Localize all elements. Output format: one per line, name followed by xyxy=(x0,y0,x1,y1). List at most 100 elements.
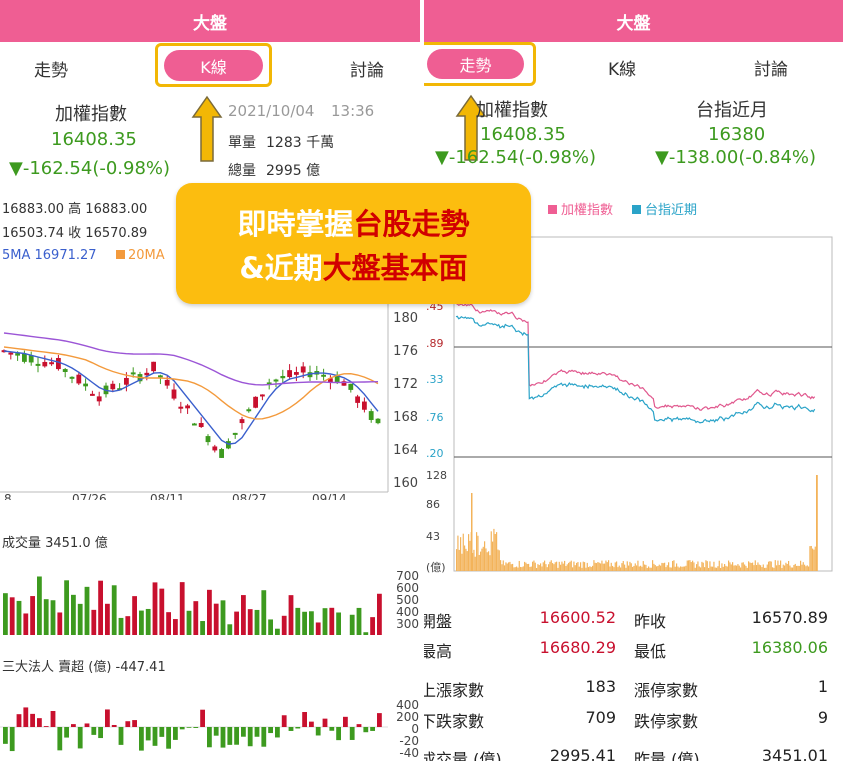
institution-bar xyxy=(9,727,15,752)
volume-bar xyxy=(558,561,560,571)
volume-bar xyxy=(656,566,658,571)
volume-bar xyxy=(746,567,748,571)
volume-bar xyxy=(598,562,600,571)
institution-bar xyxy=(377,713,382,727)
volume-bar xyxy=(363,632,369,635)
volume-bar xyxy=(509,561,511,571)
institution-bar xyxy=(234,727,239,745)
institution-bar xyxy=(309,721,314,727)
volume-bar xyxy=(697,561,699,571)
volume-bar xyxy=(501,564,503,571)
volume-bar xyxy=(693,562,695,571)
volume-bar xyxy=(493,528,495,571)
volume-bar xyxy=(125,616,131,635)
stat-label: 開盤 xyxy=(424,612,453,631)
volume-bar xyxy=(758,564,760,571)
volume-bar xyxy=(582,561,584,571)
candle-body xyxy=(362,401,367,410)
institution-bar xyxy=(295,727,301,729)
volume-bar xyxy=(626,561,628,571)
volume-bar xyxy=(98,580,103,635)
total-volume-label: 總量 xyxy=(228,163,256,179)
tab-discussion[interactable]: 討論 xyxy=(754,55,788,80)
index-change: ▼-162.54(-0.98%) xyxy=(9,158,171,179)
tab-kline[interactable]: K線 xyxy=(164,50,263,81)
volume-bar xyxy=(476,532,478,571)
candle-body xyxy=(76,374,82,384)
volume-bar xyxy=(641,566,643,571)
volume-bar xyxy=(726,566,728,571)
volume-bar xyxy=(247,609,253,635)
candle-body xyxy=(35,363,41,366)
volume-bar xyxy=(696,564,698,571)
volume-bar xyxy=(590,567,592,571)
volume-bar xyxy=(724,564,726,571)
volume-bar xyxy=(610,562,612,571)
volume-bar xyxy=(105,603,110,635)
volume-bar xyxy=(665,567,667,571)
volume-bar xyxy=(71,594,76,635)
page-header: 大盤 xyxy=(0,0,420,42)
volume-bar xyxy=(614,562,616,571)
institution-bar xyxy=(139,727,144,751)
stat-value: 3451.01 xyxy=(761,746,828,761)
volume-bar xyxy=(704,567,706,571)
volume-bar xyxy=(510,564,512,571)
volume-bar xyxy=(677,566,679,571)
tab-trend[interactable]: 走勢 xyxy=(427,49,524,79)
volume-bar xyxy=(672,560,674,571)
volume-bar xyxy=(145,608,151,635)
volume-bar xyxy=(721,563,723,571)
taiex-name: 加權指數 xyxy=(476,100,548,121)
candle-body xyxy=(49,362,54,365)
volume-bar xyxy=(268,619,273,635)
volume-bar xyxy=(241,595,246,635)
price-tick-label: .76 xyxy=(426,411,444,424)
volume-bar xyxy=(315,622,321,635)
volume-bar xyxy=(748,561,750,571)
volume-chart: 700600500400300 xyxy=(3,569,419,635)
tab-trend[interactable]: 走勢 xyxy=(34,56,68,81)
institution-bar xyxy=(179,727,185,730)
candle-body xyxy=(158,375,163,378)
volume-bar xyxy=(730,564,732,571)
volume-bar xyxy=(609,566,611,571)
volume-bar xyxy=(790,567,792,571)
candle-body xyxy=(171,389,177,399)
tab-discussion[interactable]: 討論 xyxy=(350,56,384,81)
volume-bar xyxy=(690,562,692,571)
volume-bar xyxy=(749,562,751,571)
volume-bar xyxy=(646,567,648,571)
volume-bar xyxy=(498,550,500,571)
volume-bar xyxy=(636,565,638,571)
volume-bar xyxy=(692,560,694,571)
volume-bar xyxy=(710,566,712,571)
candle-body xyxy=(205,436,211,443)
trend-panel: 大盤 走勢 K線 討論 加權指數 16408.35 ▼-162.54(-0.98… xyxy=(424,0,843,761)
taiex-change: ▼-162.54(-0.98%) xyxy=(435,147,597,168)
volume-bar xyxy=(773,567,775,571)
volume-bar xyxy=(664,562,666,571)
stat-value: 183 xyxy=(585,677,616,696)
volume-bar xyxy=(550,560,552,571)
time-tick-label: 13:00 xyxy=(758,573,793,575)
institution-bar xyxy=(3,727,8,744)
stat-label: 下跌家數 xyxy=(424,712,485,731)
volume-bar xyxy=(618,565,620,571)
institution-bar xyxy=(152,727,158,746)
volume-bar xyxy=(464,545,466,571)
tab-kline[interactable]: K線 xyxy=(608,55,636,80)
volume-bar xyxy=(684,566,686,571)
volume-bar xyxy=(769,561,771,571)
volume-bar xyxy=(625,567,627,571)
volume-bar xyxy=(227,624,233,635)
volume-bar xyxy=(794,563,796,571)
volume-bar xyxy=(554,562,556,571)
volume-bar xyxy=(526,564,528,571)
volume-bar xyxy=(486,552,488,571)
volume-bar xyxy=(594,562,596,571)
volume-bar xyxy=(601,560,603,571)
volume-bar xyxy=(532,561,534,571)
stat-label: 最低 xyxy=(634,642,667,661)
index-value: 16408.35 xyxy=(51,129,137,150)
